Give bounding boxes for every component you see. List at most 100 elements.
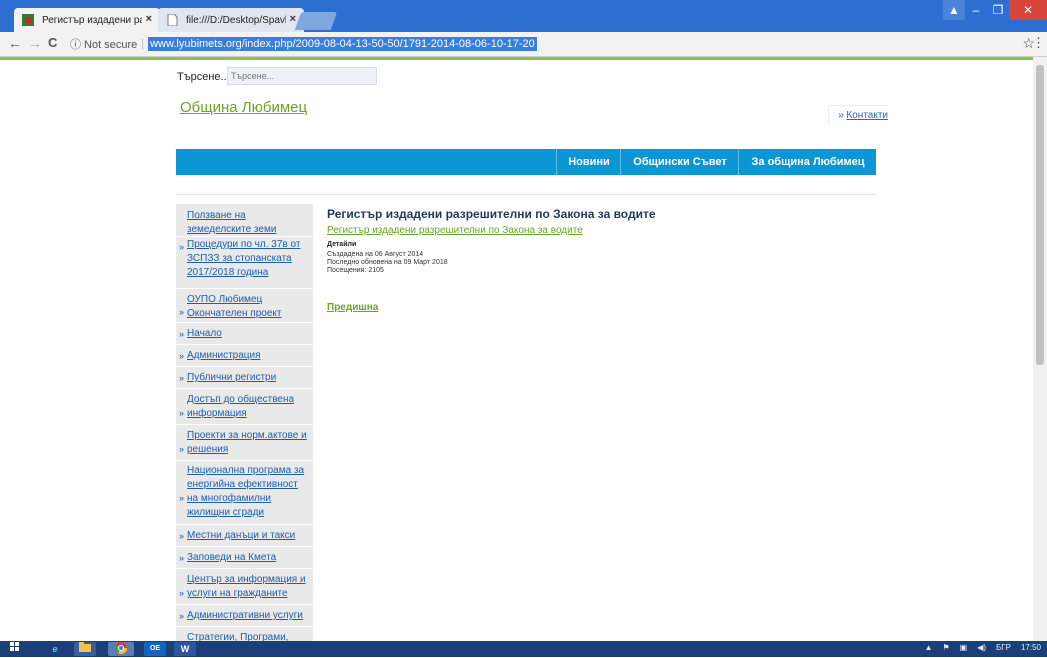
- forward-arrow-icon[interactable]: →: [28, 35, 42, 51]
- sidebar-item-strategies[interactable]: » Стратегии, Програми,: [176, 627, 313, 641]
- sidebar-item-label[interactable]: Национална програма за енергийна ефектив…: [187, 464, 311, 520]
- sidebar-item-draft-acts[interactable]: » Проекти за норм.актове и решения: [176, 425, 313, 461]
- tray-arrow-icon[interactable]: ▲: [925, 643, 933, 652]
- bullet-icon: »: [179, 351, 185, 361]
- sidebar-item-label[interactable]: ОУПО Любимец Окончателен проект: [187, 293, 311, 321]
- site-favicon-icon: [22, 14, 34, 26]
- url-text[interactable]: www.lyubimets.org/index.php/2009-08-04-1…: [148, 36, 537, 51]
- nav-about[interactable]: За община Любимец: [738, 149, 877, 175]
- bullet-icon: »: [179, 588, 185, 598]
- browser-toolbar: ← → C ⓘ Not secure | www.lyubimets.org/i…: [0, 32, 1047, 57]
- nav-council[interactable]: Общински Съвет: [620, 149, 739, 175]
- bullet-icon: »: [179, 373, 185, 383]
- sidebar-item-citizen-center[interactable]: » Център за информация и услуги на гражд…: [176, 569, 313, 605]
- flag-icon[interactable]: ⚑: [942, 643, 949, 652]
- contacts-link[interactable]: » Контакти: [828, 105, 888, 125]
- maximize-button[interactable]: ❐: [987, 0, 1009, 20]
- sidebar-item-oupo[interactable]: » ОУПО Любимец Окончателен проект: [176, 289, 313, 323]
- sidebar-item-administration[interactable]: » Администрация: [176, 345, 313, 367]
- bullet-icon: »: [179, 444, 185, 454]
- system-tray: ▲ ⚑ ▣ ◀) БГР 17:50: [925, 643, 1041, 652]
- sidebar-item-label[interactable]: Административни услуги: [187, 609, 311, 623]
- search-input[interactable]: [227, 67, 377, 85]
- file-explorer-icon[interactable]: [74, 642, 96, 656]
- sidebar-item-label[interactable]: Център за информация и услуги на граждан…: [187, 573, 311, 601]
- sidebar-item-label[interactable]: Заповеди на Кмета: [187, 551, 311, 565]
- bullet-icon: »: [179, 493, 185, 503]
- bullet-icon: »: [179, 553, 185, 563]
- menu-icon[interactable]: ⋮: [1032, 35, 1045, 51]
- back-arrow-icon[interactable]: ←: [8, 35, 22, 51]
- bullet-icon: »: [179, 307, 185, 317]
- details-heading: Детайли: [327, 241, 357, 248]
- search-label: Търсене...: [177, 71, 230, 83]
- start-icon[interactable]: [4, 642, 26, 656]
- updated-date: Последно обновена на 09 Март 2018: [327, 259, 448, 266]
- tab-label: Регистър издадени разр: [42, 14, 142, 26]
- sidebar-item-label[interactable]: Процедури по чл. 37в от ЗСПЗЗ за стопанс…: [187, 238, 311, 280]
- word-icon[interactable]: W: [174, 642, 196, 656]
- clock[interactable]: 17:50: [1021, 643, 1041, 652]
- sidebar-item-label[interactable]: Публични регистри: [187, 371, 311, 385]
- tab-file[interactable]: file:///D:/Desktop/Spavk ×: [158, 8, 304, 32]
- sidebar-item-mayor-orders[interactable]: » Заповеди на Кмета: [176, 547, 313, 569]
- sidebar-item-public-info[interactable]: » Достъп до обществена информация: [176, 389, 313, 425]
- tab-label: file:///D:/Desktop/Spavk: [186, 14, 286, 26]
- sidebar-item-label[interactable]: Ползване на земеделските земи: [187, 209, 311, 237]
- sidebar-item-label[interactable]: Администрация: [187, 349, 311, 363]
- bullet-icon: »: [179, 329, 185, 339]
- minimize-button[interactable]: –: [965, 0, 987, 20]
- window-controls: ▲ – ❐ ✕: [943, 0, 1047, 20]
- new-tab-button[interactable]: [294, 12, 338, 30]
- contacts-label[interactable]: Контакти: [846, 110, 888, 121]
- hits-count: Посещения: 2105: [327, 267, 384, 274]
- scrollbar[interactable]: [1033, 57, 1047, 641]
- sidebar-item-label[interactable]: Проекти за норм.актове и решения: [187, 429, 311, 457]
- document-icon: [167, 14, 178, 26]
- scrollbar-thumb[interactable]: [1036, 65, 1044, 365]
- divider: [176, 194, 876, 195]
- address-bar[interactable]: ⓘ Not secure | www.lyubimets.org/index.p…: [70, 34, 1030, 53]
- top-accent-bar: [0, 57, 1047, 60]
- sidebar-item-land-use[interactable]: Ползване на земеделските земи: [176, 207, 313, 237]
- sidebar-menu: Ползване на земеделските земи » Процедур…: [176, 204, 313, 641]
- sidebar-item-public-registers[interactable]: » Публични регистри: [176, 367, 313, 389]
- language-indicator[interactable]: БГР: [996, 643, 1011, 652]
- sidebar-item-label[interactable]: Стратегии, Програми,: [187, 631, 311, 641]
- sidebar-item-label[interactable]: Достъп до обществена информация: [187, 393, 311, 421]
- article-link[interactable]: Регистър издадени разрешителни по Закона…: [327, 225, 583, 236]
- sidebar-item-label[interactable]: Начало: [187, 327, 311, 341]
- sidebar-item-admin-services[interactable]: » Административни услуги: [176, 605, 313, 627]
- contacts-bullet: »: [838, 110, 844, 121]
- chrome-icon[interactable]: [108, 642, 134, 656]
- bullet-icon: »: [179, 408, 185, 418]
- sidebar-item-label[interactable]: Местни данъци и такси: [187, 529, 311, 543]
- tab-active[interactable]: Регистър издадени разр ×: [14, 8, 160, 32]
- sidebar-item-home[interactable]: » Начало: [176, 323, 313, 345]
- internet-explorer-icon[interactable]: e: [44, 642, 66, 656]
- site-title-link[interactable]: Община Любимец: [180, 99, 307, 116]
- sidebar-item-local-taxes[interactable]: » Местни данъци и такси: [176, 525, 313, 547]
- article-title: Регистър издадени разрешителни по Закона…: [327, 207, 656, 221]
- windows-taskbar: e OE W ▲ ⚑ ▣ ◀) БГР 17:50: [0, 641, 1047, 657]
- bullet-icon: »: [179, 611, 185, 621]
- reload-icon[interactable]: C: [48, 35, 57, 50]
- tab-close-icon[interactable]: ×: [290, 13, 296, 25]
- browser-tab-bar: Регистър издадени разр × file:///D:/Desk…: [0, 0, 1047, 32]
- close-window-button[interactable]: ✕: [1009, 0, 1047, 20]
- user-icon[interactable]: ▲: [943, 0, 965, 20]
- sidebar-item-energy-program[interactable]: » Национална програма за енергийна ефект…: [176, 461, 313, 525]
- outlook-icon[interactable]: OE: [144, 642, 166, 656]
- bullet-icon: »: [179, 531, 185, 541]
- network-icon[interactable]: ▣: [960, 643, 968, 652]
- sidebar-item-procedures[interactable]: » Процедури по чл. 37в от ЗСПЗЗ за стопа…: [176, 237, 313, 289]
- volume-icon[interactable]: ◀): [977, 643, 986, 652]
- bullet-icon: »: [179, 242, 185, 252]
- page-viewport: Търсене... Община Любимец » Контакти Нов…: [0, 57, 1047, 641]
- created-date: Създадена на 06 Август 2014: [327, 251, 424, 258]
- nav-news[interactable]: Новини: [556, 149, 621, 175]
- previous-link[interactable]: Предишна: [327, 302, 378, 313]
- tab-close-icon[interactable]: ×: [146, 13, 152, 25]
- separator: |: [141, 37, 145, 50]
- security-indicator[interactable]: ⓘ Not secure: [70, 36, 137, 52]
